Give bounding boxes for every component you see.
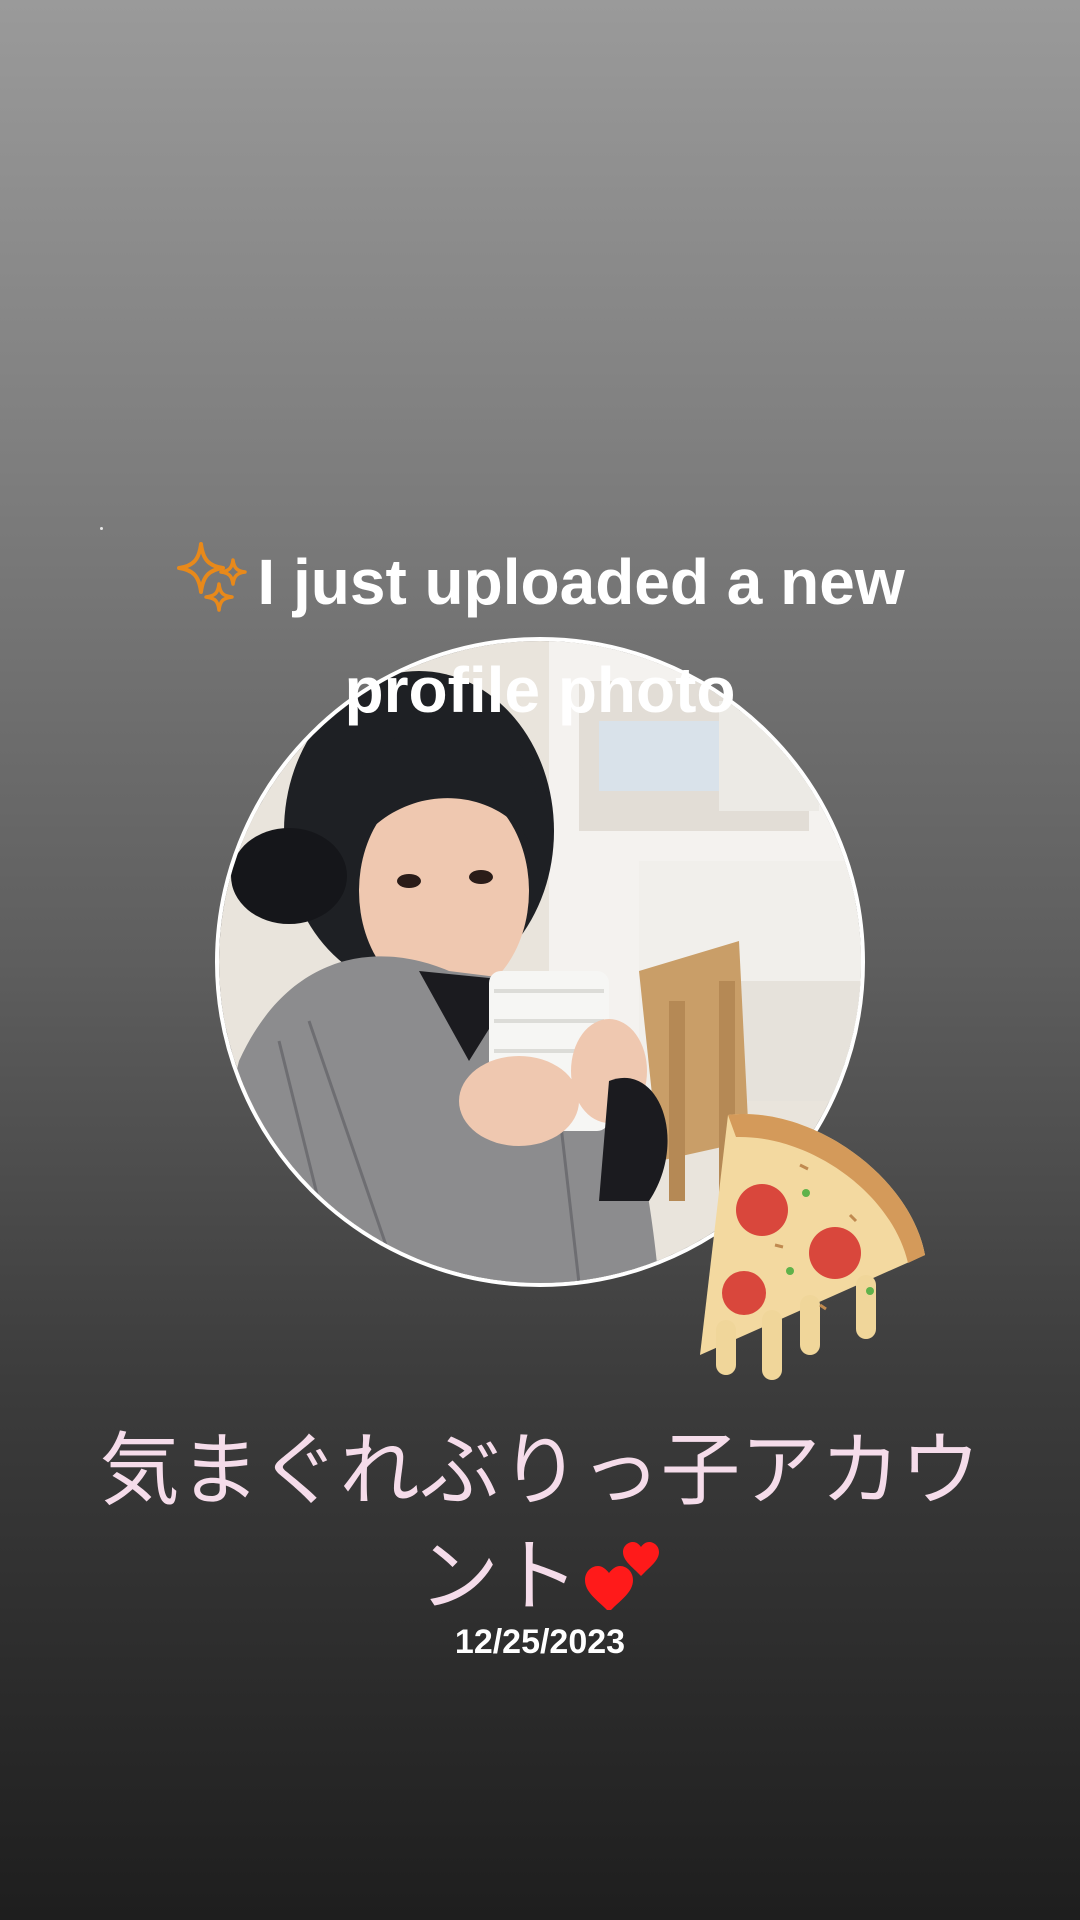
headline-text: I just uploaded a new profile photo <box>257 546 905 726</box>
two-hearts-icon <box>585 1542 659 1610</box>
pizza-icon <box>700 1114 925 1380</box>
account-name: 気まぐれぶりっ子アカウント <box>60 1418 1020 1630</box>
decorative-dot <box>100 527 103 530</box>
story-headline: I just uploaded a new profile photo <box>120 528 960 744</box>
story-date: 12/25/2023 <box>454 1623 626 1661</box>
sparkles-icon <box>177 542 248 612</box>
account-name-text: 気まぐれぶりっ子アカウント <box>99 1424 981 1623</box>
